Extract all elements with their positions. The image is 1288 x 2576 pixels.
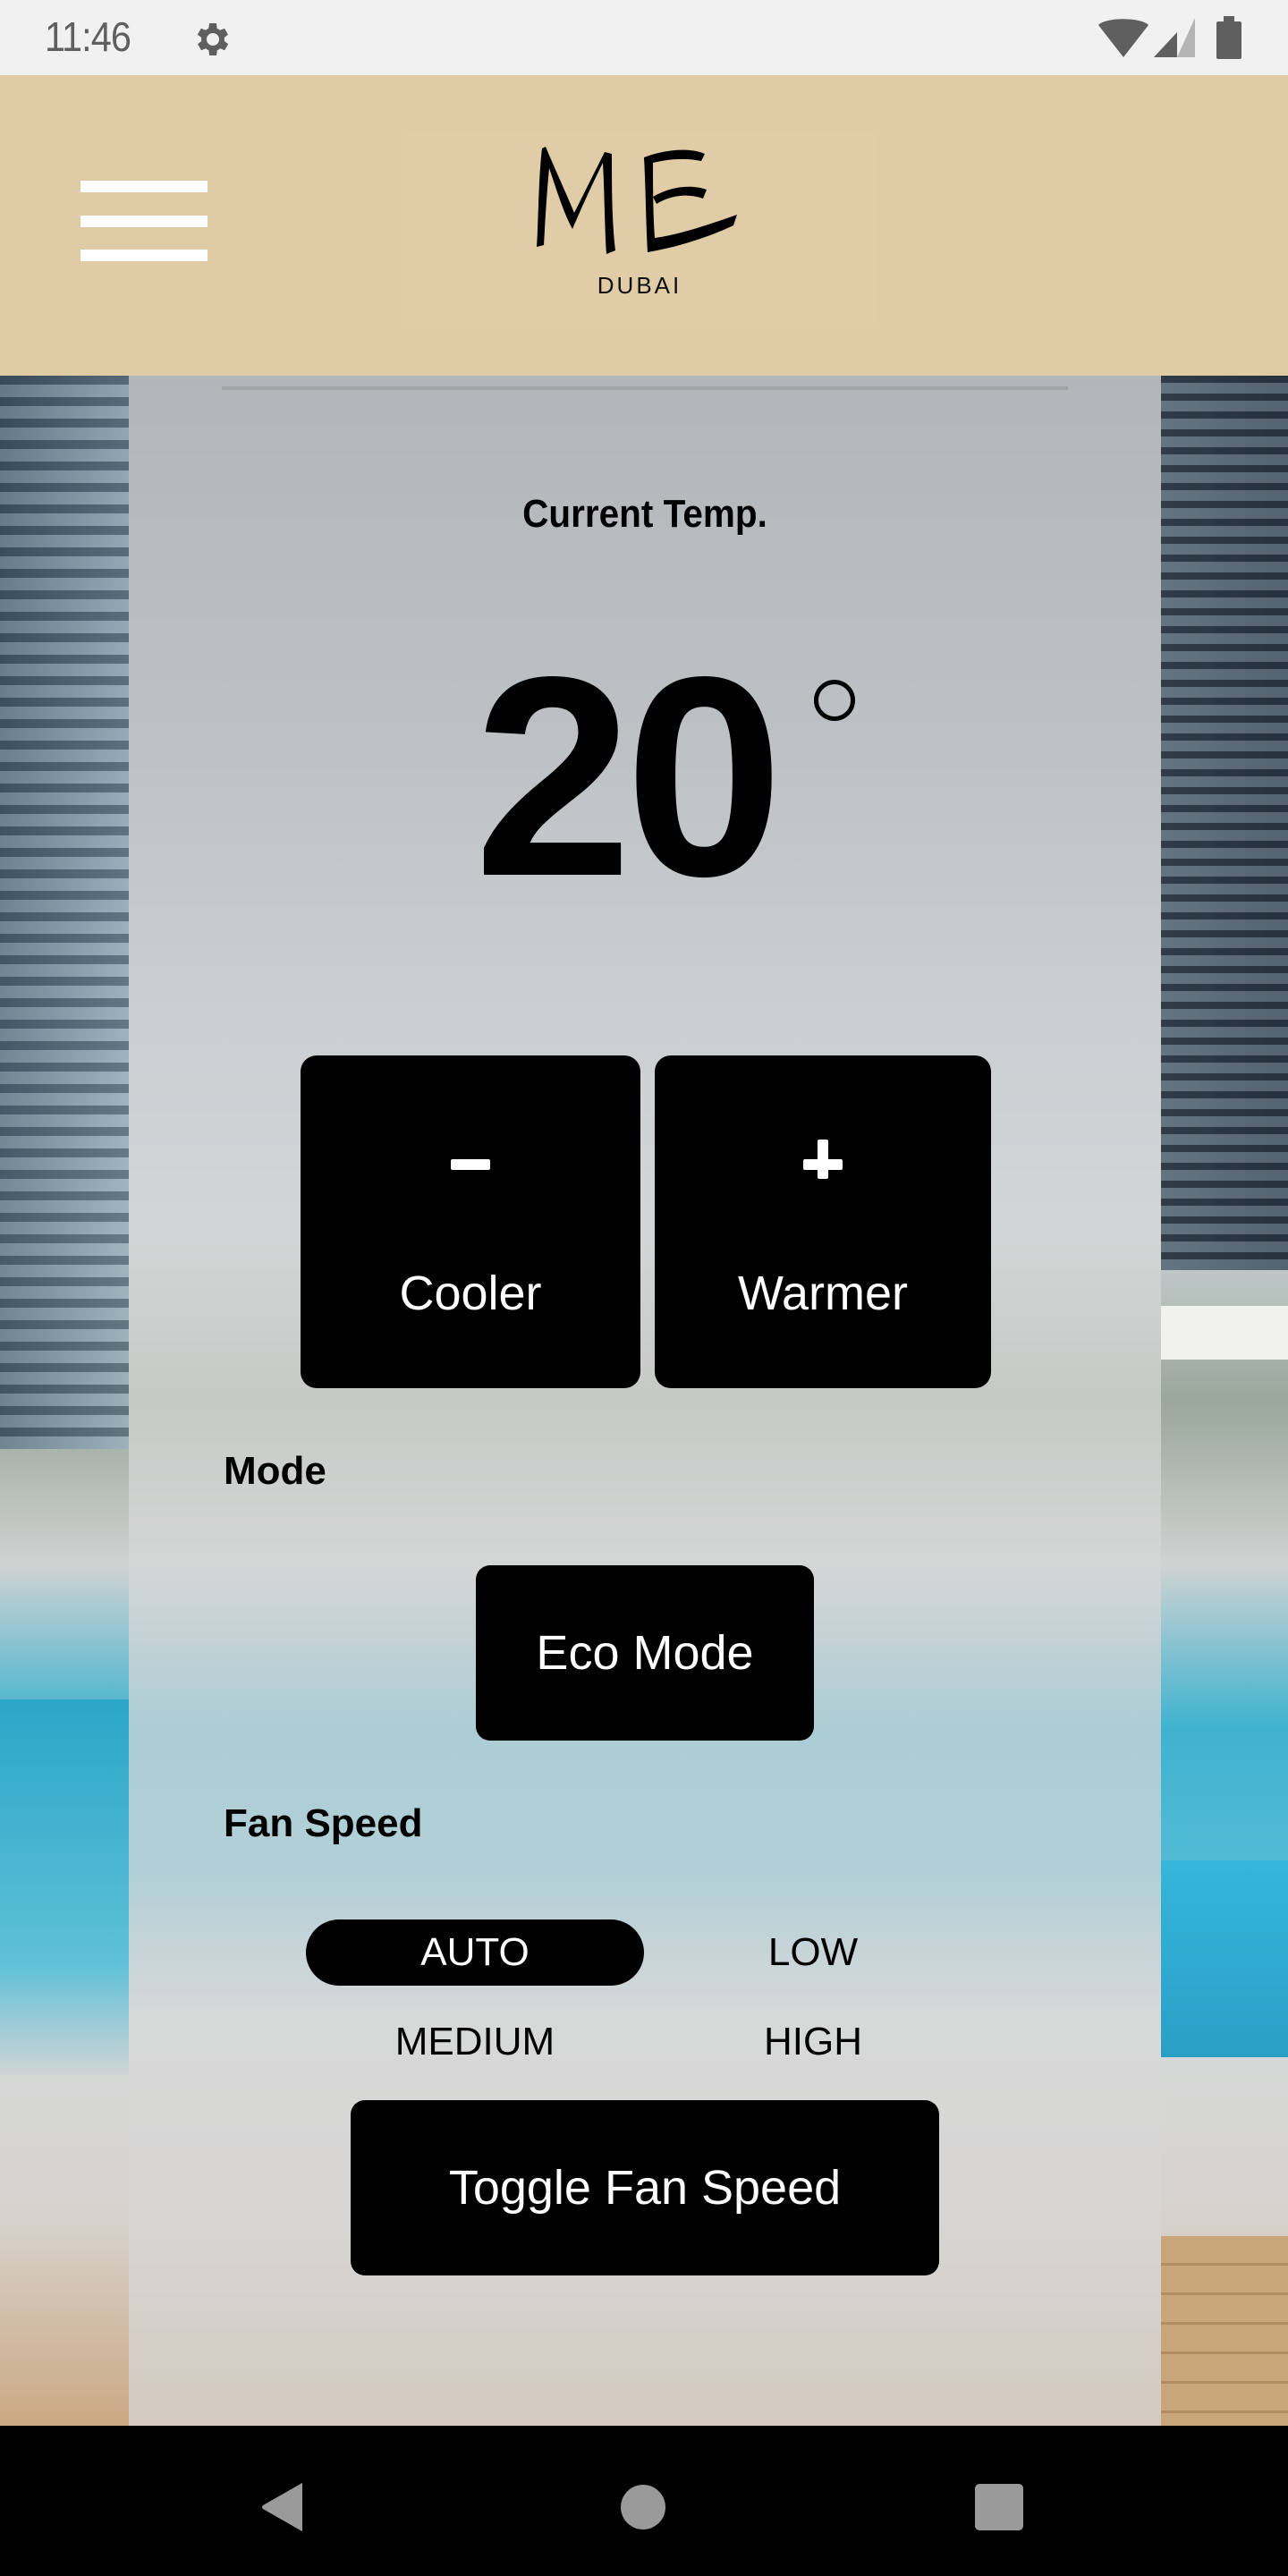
warmer-button[interactable]: Warmer xyxy=(655,1055,991,1388)
fan-speed-label: Fan Speed xyxy=(224,1801,423,1845)
divider xyxy=(222,386,1068,390)
degree-symbol xyxy=(814,680,855,721)
minus-icon xyxy=(301,1147,640,1182)
current-temp-label: Current Temp. xyxy=(522,492,767,536)
back-icon[interactable] xyxy=(259,2482,306,2532)
cooler-label: Cooler xyxy=(399,1267,542,1320)
background-pool-left xyxy=(0,1699,129,2075)
fan-option-low[interactable]: LOW xyxy=(644,1919,982,1986)
me-logo-mark xyxy=(537,147,737,254)
home-icon[interactable] xyxy=(621,2485,665,2529)
system-nav-bar xyxy=(0,2426,1288,2576)
recents-icon[interactable] xyxy=(975,2484,1023,2530)
brand-logo: DUBAI xyxy=(402,132,877,327)
wifi-icon xyxy=(1098,19,1148,57)
fan-option-auto[interactable]: AUTO xyxy=(306,1919,644,1986)
toggle-fan-speed-button[interactable]: Toggle Fan Speed xyxy=(351,2100,939,2275)
hamburger-menu-icon[interactable] xyxy=(80,181,208,261)
background-umbrella xyxy=(1161,1306,1288,1360)
background-pool-right xyxy=(1161,1860,1288,2057)
fan-option-medium[interactable]: MEDIUM xyxy=(306,2009,644,2075)
battery-icon xyxy=(1216,16,1241,59)
app-header: DUBAI xyxy=(0,75,1288,376)
status-time: 11:46 xyxy=(45,13,131,60)
background-deck xyxy=(1161,2236,1288,2426)
mode-label: Mode xyxy=(224,1449,326,1493)
background-tower-left xyxy=(0,376,129,1449)
status-bar: 11:46 xyxy=(0,0,1288,75)
gear-icon xyxy=(197,23,229,55)
warmer-label: Warmer xyxy=(738,1267,908,1320)
eco-mode-button[interactable]: Eco Mode xyxy=(476,1565,814,1741)
thermostat-panel: Current Temp. 20 Cooler Warmer Mode Eco … xyxy=(129,376,1161,2426)
temperature-value: 20 xyxy=(474,618,784,936)
plus-icon xyxy=(655,1140,991,1182)
background-tower-right xyxy=(1161,376,1288,1270)
cell-signal-icon xyxy=(1154,18,1195,57)
logo-subtitle: DUBAI xyxy=(597,272,682,299)
fan-option-high[interactable]: HIGH xyxy=(644,2009,982,2075)
cooler-button[interactable]: Cooler xyxy=(301,1055,640,1388)
